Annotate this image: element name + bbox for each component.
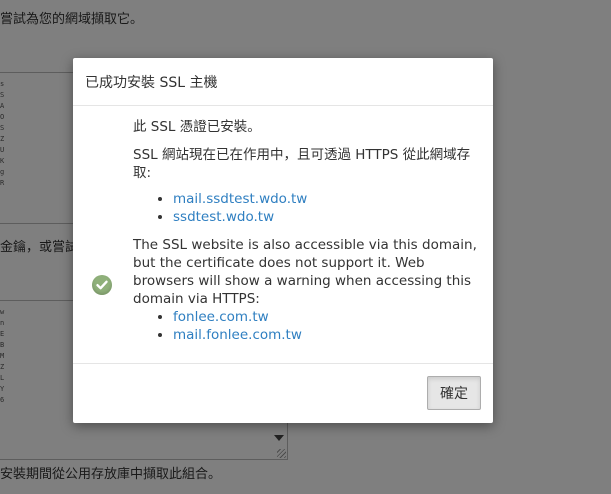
warning-domains-intro: The SSL website is also accessible via t…: [133, 237, 477, 307]
dialog-title: 已成功安裝 SSL 主機: [85, 74, 218, 91]
ok-button[interactable]: 確定: [427, 376, 481, 410]
warning-domain-list: fonlee.com.tw mail.fonlee.com.tw: [133, 308, 483, 344]
list-item: ssdtest.wdo.tw: [173, 208, 483, 226]
dialog-header: 已成功安裝 SSL 主機: [73, 58, 493, 106]
dialog-message: 此 SSL 憑證已安裝。 SSL 網站現在已在作用中，且可透過 HTTPS 從此…: [133, 118, 483, 344]
domain-link[interactable]: mail.ssdtest.wdo.tw: [173, 191, 307, 207]
dialog-footer: 確定: [73, 364, 493, 423]
list-item: mail.fonlee.com.tw: [173, 326, 483, 344]
domain-link[interactable]: fonlee.com.tw: [173, 309, 269, 325]
ssl-install-success-dialog: 已成功安裝 SSL 主機 此 SSL 憑證已安裝。 SSL 網站現在已在作用中，…: [73, 58, 493, 423]
check-circle-icon: [92, 275, 112, 295]
list-item: fonlee.com.tw: [173, 308, 483, 326]
domain-link[interactable]: mail.fonlee.com.tw: [173, 327, 302, 343]
list-item: mail.ssdtest.wdo.tw: [173, 190, 483, 208]
dialog-body: 此 SSL 憑證已安裝。 SSL 網站現在已在作用中，且可透過 HTTPS 從此…: [73, 106, 493, 364]
active-domain-list: mail.ssdtest.wdo.tw ssdtest.wdo.tw: [133, 190, 483, 226]
active-domains-intro: SSL 網站現在已在作用中，且可透過 HTTPS 從此網域存取:: [133, 147, 471, 181]
domain-link[interactable]: ssdtest.wdo.tw: [173, 209, 274, 225]
cert-installed-text: 此 SSL 憑證已安裝。: [133, 119, 261, 135]
